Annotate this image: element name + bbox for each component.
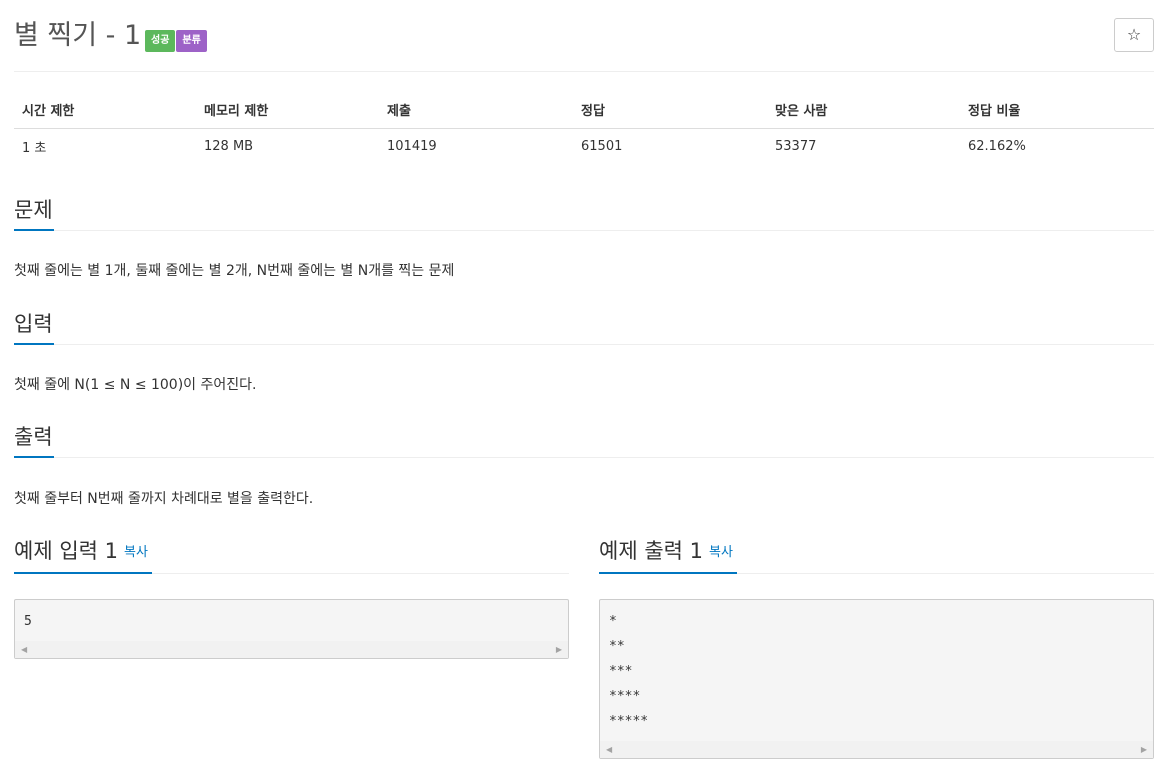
output-section-title: 출력 [14, 425, 53, 449]
info-header-row: 시간 제한 메모리 제한 제출 정답 맞은 사람 정답 비율 [14, 92, 1154, 129]
input-description: 첫째 줄에 N(1 ≤ N ≤ 100)이 주어진다. [14, 377, 257, 393]
sample-input-heading: 예제 입력 1 복사 [14, 536, 148, 572]
sample-output-block: 예제 출력 1 복사 * ** *** **** ***** ◀ ▶ [599, 536, 1154, 759]
output-section-header: 출력 [14, 422, 1154, 458]
scroll-right-icon[interactable]: ▶ [1141, 741, 1147, 758]
favorite-button[interactable]: ☆ [1114, 18, 1154, 52]
scroll-right-icon[interactable]: ▶ [556, 641, 562, 658]
sample-output-heading: 예제 출력 1 복사 [599, 536, 733, 572]
sample-input-title: 예제 입력 1 [14, 539, 118, 563]
scroll-left-icon[interactable]: ◀ [21, 641, 27, 658]
title-row: 별 찍기 - 1 성공 분류 ☆ [14, 16, 1154, 56]
acceptance-ratio-header: 정답 비율 [960, 92, 1154, 129]
section-underline [599, 572, 737, 574]
input-section-header: 입력 [14, 309, 1154, 345]
problem-info-table: 시간 제한 메모리 제한 제출 정답 맞은 사람 정답 비율 1 초 128 M… [14, 92, 1154, 164]
accepted-header: 정답 [573, 92, 767, 129]
sample-input-header: 예제 입력 1 복사 [14, 536, 569, 574]
category-badge[interactable]: 분류 [176, 30, 207, 52]
time-limit-header: 시간 제한 [14, 92, 196, 129]
sample-output-title: 예제 출력 1 [599, 539, 703, 563]
problem-section-header: 문제 [14, 195, 1154, 231]
sample-input-block: 예제 입력 1 복사 5 ◀ ▶ [14, 536, 569, 659]
time-limit-value: 1 초 [22, 140, 47, 156]
submissions-header: 제출 [379, 92, 573, 129]
problem-description: 첫째 줄에는 별 1개, 둘째 줄에는 별 2개, N번째 줄에는 별 N개를 … [14, 263, 455, 279]
page-title: 별 찍기 - 1 [14, 20, 142, 51]
info-value-row: 1 초 128 MB 101419 61501 53377 62.162% [14, 128, 1154, 164]
copy-sample-output-link[interactable]: 복사 [709, 545, 733, 560]
solvers-value: 53377 [775, 138, 817, 154]
scroll-left-icon[interactable]: ◀ [606, 741, 612, 758]
sample-output-box[interactable]: * ** *** **** ***** ◀ ▶ [599, 599, 1154, 759]
badge-group: 성공 분류 [145, 30, 208, 52]
section-underline [14, 572, 152, 574]
solvers-header: 맞은 사람 [767, 92, 960, 129]
input-section-title: 입력 [14, 312, 53, 336]
submissions-value[interactable]: 101419 [379, 128, 573, 164]
section-underline [14, 456, 54, 458]
sample-output-header: 예제 출력 1 복사 [599, 536, 1154, 574]
success-badge: 성공 [145, 30, 176, 52]
sample-input-content: 5 [24, 614, 32, 629]
accepted-value: 61501 [581, 138, 623, 154]
problem-section-title: 문제 [14, 198, 53, 222]
output-description: 첫째 줄부터 N번째 줄까지 차례대로 별을 출력한다. [14, 491, 314, 507]
sample-output-content: * ** *** **** ***** [609, 614, 649, 729]
title-divider [14, 71, 1154, 72]
horizontal-scrollbar[interactable]: ◀ ▶ [600, 741, 1153, 758]
section-underline [14, 229, 54, 231]
copy-sample-input-link[interactable]: 복사 [124, 545, 148, 560]
section-underline [14, 343, 54, 345]
memory-limit-header: 메모리 제한 [196, 92, 379, 129]
horizontal-scrollbar[interactable]: ◀ ▶ [15, 641, 568, 658]
memory-limit-value: 128 MB [204, 138, 254, 154]
star-icon: ☆ [1126, 25, 1142, 44]
sample-input-box[interactable]: 5 ◀ ▶ [14, 599, 569, 659]
acceptance-ratio-value: 62.162% [968, 138, 1026, 154]
